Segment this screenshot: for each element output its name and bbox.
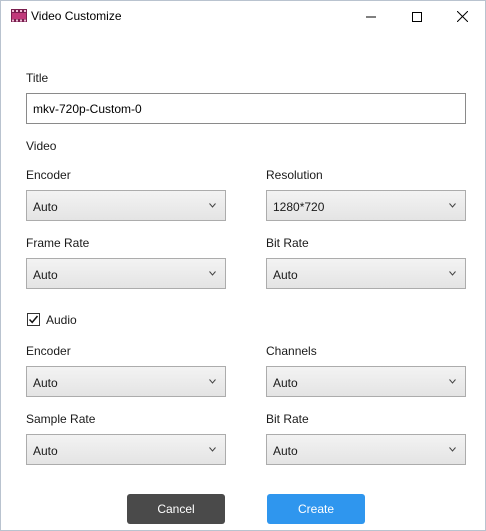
sample-rate-label: Sample Rate bbox=[26, 412, 96, 426]
channels-select[interactable]: Auto bbox=[266, 366, 466, 397]
frame-rate-select[interactable]: Auto bbox=[26, 258, 226, 289]
audio-checkbox-label[interactable]: Audio bbox=[46, 313, 77, 327]
sample-rate-value: Auto bbox=[33, 444, 58, 458]
close-icon bbox=[456, 11, 468, 22]
sample-rate-select[interactable]: Auto bbox=[26, 434, 226, 465]
title-input[interactable] bbox=[26, 93, 466, 124]
frame-rate-label: Frame Rate bbox=[26, 236, 90, 250]
checkmark-icon bbox=[28, 315, 39, 324]
chevron-down-icon bbox=[209, 271, 216, 276]
close-button[interactable] bbox=[439, 1, 485, 32]
window-title: Video Customize bbox=[31, 9, 122, 23]
minimize-icon bbox=[366, 16, 376, 17]
resolution-label: Resolution bbox=[266, 168, 323, 182]
chevron-down-icon bbox=[449, 447, 456, 452]
video-encoder-label: Encoder bbox=[26, 168, 71, 182]
resolution-value: 1280*720 bbox=[273, 200, 325, 214]
maximize-icon bbox=[412, 11, 422, 22]
audio-checkbox[interactable] bbox=[27, 313, 40, 326]
app-film-icon bbox=[11, 9, 27, 22]
audio-bit-rate-label: Bit Rate bbox=[266, 412, 309, 426]
video-bit-rate-select[interactable]: Auto bbox=[266, 258, 466, 289]
audio-encoder-select[interactable]: Auto bbox=[26, 366, 226, 397]
chevron-down-icon bbox=[209, 447, 216, 452]
chevron-down-icon bbox=[449, 379, 456, 384]
video-encoder-value: Auto bbox=[33, 200, 58, 214]
audio-bit-rate-value: Auto bbox=[273, 444, 298, 458]
video-bit-rate-label: Bit Rate bbox=[266, 236, 309, 250]
cancel-button[interactable]: Cancel bbox=[127, 494, 225, 524]
video-section-heading: Video bbox=[26, 139, 57, 153]
video-bit-rate-value: Auto bbox=[273, 268, 298, 282]
video-encoder-select[interactable]: Auto bbox=[26, 190, 226, 221]
chevron-down-icon bbox=[209, 379, 216, 384]
audio-encoder-value: Auto bbox=[33, 376, 58, 390]
chevron-down-icon bbox=[449, 203, 456, 208]
create-button[interactable]: Create bbox=[267, 494, 365, 524]
channels-label: Channels bbox=[266, 344, 317, 358]
video-customize-dialog: Video Customize Title Video Encoder Auto… bbox=[0, 0, 486, 531]
chevron-down-icon bbox=[449, 271, 456, 276]
frame-rate-value: Auto bbox=[33, 268, 58, 282]
title-label: Title bbox=[26, 71, 49, 85]
chevron-down-icon bbox=[209, 203, 216, 208]
maximize-button[interactable] bbox=[394, 1, 440, 32]
channels-value: Auto bbox=[273, 376, 298, 390]
audio-bit-rate-select[interactable]: Auto bbox=[266, 434, 466, 465]
audio-encoder-label: Encoder bbox=[26, 344, 71, 358]
title-bar: Video Customize bbox=[1, 1, 485, 32]
minimize-button[interactable] bbox=[348, 1, 394, 32]
resolution-select[interactable]: 1280*720 bbox=[266, 190, 466, 221]
